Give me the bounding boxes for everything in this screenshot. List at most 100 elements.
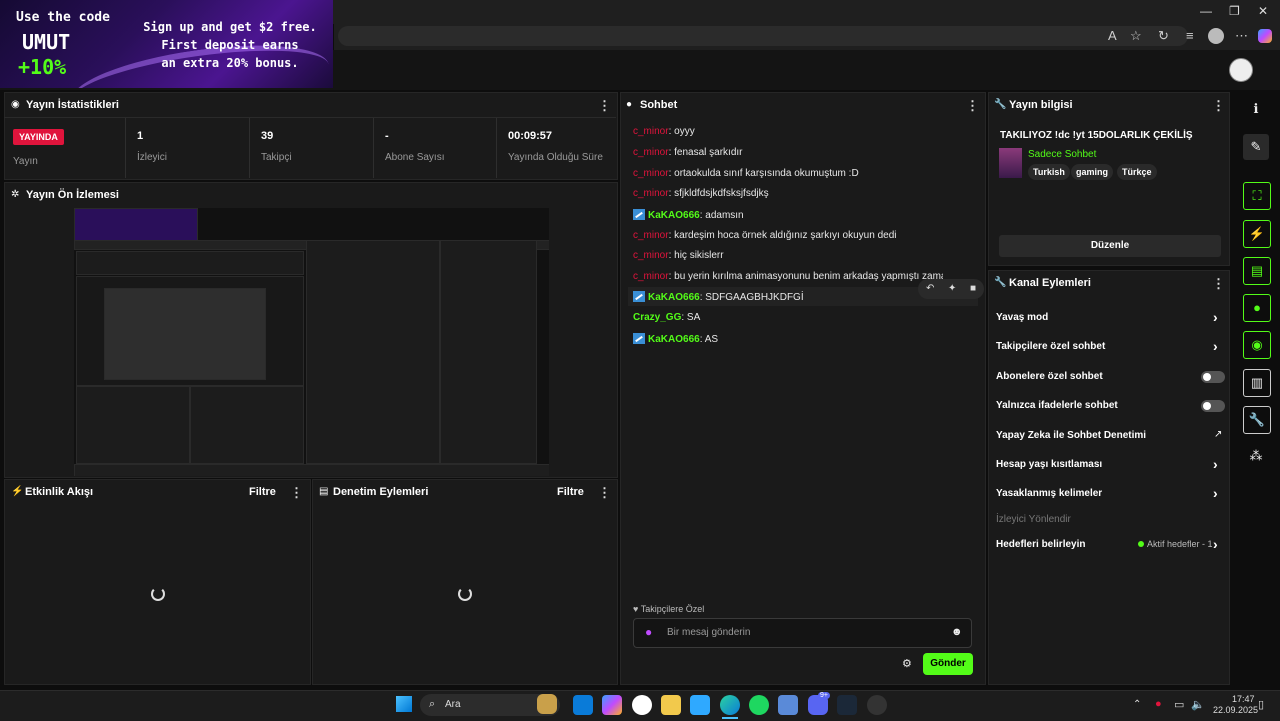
chat-username[interactable]: c_minor	[633, 271, 669, 282]
chat-input-placeholder[interactable]: Bir mesaj gönderin	[667, 627, 750, 638]
store-icon[interactable]	[573, 695, 593, 715]
wrench-icon[interactable]: 🔧	[1243, 406, 1271, 434]
favorite-star-icon[interactable]: ☆	[1130, 28, 1142, 44]
spotify-icon[interactable]	[749, 695, 769, 715]
app-icon[interactable]	[778, 695, 798, 715]
chevron-right-icon[interactable]: ›	[1213, 536, 1218, 552]
layout-icon[interactable]: ▥	[1243, 369, 1271, 397]
external-link-icon[interactable]: ↗	[1214, 429, 1222, 440]
chat-message[interactable]: c_minor: ortaokulda sınıf karşısında oku…	[633, 168, 859, 179]
chevron-right-icon[interactable]: ›	[1213, 456, 1218, 472]
chat-message[interactable]: c_minor: hiç sikislerr	[633, 250, 724, 261]
clock-time[interactable]: 17:47	[1232, 694, 1255, 704]
chat-message[interactable]: KaKAO666: adamsın	[633, 209, 744, 221]
age-restriction-item[interactable]: Hesap yaşı kısıtlaması	[996, 459, 1102, 470]
obs-icon[interactable]	[867, 695, 887, 715]
emoji-icon[interactable]: ☻	[951, 626, 963, 638]
broadcast-icon[interactable]: ◉	[1243, 331, 1271, 359]
delete-icon[interactable]: ■	[970, 283, 976, 294]
profile-avatar-icon[interactable]	[1208, 28, 1224, 44]
emotes-only-toggle[interactable]	[1201, 400, 1225, 412]
chat-message[interactable]: c_minor: oyyy	[633, 126, 695, 137]
stream-tag[interactable]: Turkish	[1028, 164, 1070, 180]
widget-icon[interactable]	[537, 694, 557, 714]
notification-icon[interactable]: ▯	[1258, 698, 1264, 711]
chat-message[interactable]: KaKAO666: AS	[633, 333, 718, 345]
chat-username[interactable]: KaKAO666	[648, 334, 700, 345]
stream-tag[interactable]: gaming	[1071, 164, 1114, 180]
chat-username[interactable]: c_minor	[633, 230, 669, 241]
chat-message[interactable]: Crazy_GG: SA	[633, 312, 700, 323]
chat-message[interactable]: c_minor: bu yerin kırılma animasyonunu b…	[633, 271, 943, 282]
close-icon[interactable]: ✕	[1258, 4, 1268, 18]
chat-message[interactable]: c_minor: sfjkldfdsjkdfsksjfsdjkş	[633, 188, 769, 199]
volume-icon[interactable]: 🔈	[1191, 698, 1205, 711]
apps-icon[interactable]: ⁂	[1243, 443, 1269, 469]
chat-username[interactable]: c_minor	[633, 147, 669, 158]
copilot-icon[interactable]	[1258, 29, 1272, 43]
goals-item[interactable]: Hedefleri belirleyin	[996, 539, 1085, 550]
maximize-icon[interactable]: ❐	[1229, 4, 1240, 18]
promo-banner[interactable]: Use the code UMUT +10% Sign up and get $…	[0, 0, 333, 88]
banned-words-item[interactable]: Yasaklanmış kelimeler	[996, 488, 1102, 499]
network-icon[interactable]: ▭	[1174, 698, 1184, 711]
chat-menu-icon[interactable]: ⋮	[966, 98, 979, 114]
moderation-menu-icon[interactable]: ⋮	[598, 485, 611, 501]
stream-info-menu-icon[interactable]: ⋮	[1212, 98, 1225, 114]
notepad-icon[interactable]	[690, 695, 710, 715]
activity-menu-icon[interactable]: ⋮	[290, 485, 303, 501]
edit-button[interactable]: Düzenle	[999, 235, 1221, 257]
moderation-filter-button[interactable]: Filtre	[557, 486, 584, 498]
read-aloud-icon[interactable]: A	[1108, 28, 1117, 43]
yandex-icon[interactable]	[632, 695, 652, 715]
copilot-icon[interactable]	[602, 695, 622, 715]
chat-username[interactable]: Crazy_GG	[633, 312, 681, 323]
stats-menu-icon[interactable]: ⋮	[598, 98, 611, 114]
chat-bubble-icon[interactable]: ●	[1243, 294, 1271, 322]
reply-icon[interactable]: ↶	[926, 283, 934, 294]
minimize-icon[interactable]: —	[1200, 4, 1212, 18]
slow-mode-item[interactable]: Yavaş mod	[996, 312, 1048, 323]
more-icon[interactable]: ⋯	[1235, 28, 1248, 44]
channel-actions-menu-icon[interactable]: ⋮	[1212, 276, 1225, 292]
chat-username[interactable]: KaKAO666	[648, 210, 700, 221]
fullscreen-icon[interactable]: ⛶	[1243, 182, 1271, 210]
chevron-right-icon[interactable]: ›	[1213, 309, 1218, 325]
chat-message[interactable]: c_minor: kardeşim hoca örnek aldığınız ş…	[633, 230, 896, 241]
refresh-icon[interactable]: ↻	[1158, 28, 1169, 44]
document-icon[interactable]: ▤	[1243, 257, 1271, 285]
windows-start-icon[interactable]	[396, 696, 412, 712]
chevron-right-icon[interactable]: ›	[1213, 485, 1218, 501]
activity-filter-button[interactable]: Filtre	[249, 486, 276, 498]
chat-message[interactable]: KaKAO666: SDFGAAGBHJKDFGİ	[633, 291, 804, 303]
file-explorer-icon[interactable]	[661, 695, 681, 715]
chat-username[interactable]: c_minor	[633, 126, 669, 137]
user-avatar[interactable]	[1229, 58, 1253, 82]
edge-icon[interactable]	[720, 695, 740, 715]
stream-category[interactable]: Sadece Sohbet	[1028, 149, 1096, 160]
chat-username[interactable]: c_minor	[633, 168, 669, 179]
lightning-icon[interactable]: ⚡	[1243, 220, 1271, 248]
clock-date[interactable]: 22.09.2025	[1213, 705, 1258, 715]
info-icon[interactable]: ℹ	[1243, 96, 1269, 122]
edit-pencil-icon[interactable]: ✎	[1243, 134, 1269, 160]
microphone-icon[interactable]: ●	[645, 625, 652, 639]
send-button[interactable]: Gönder	[923, 653, 973, 675]
stream-preview-video[interactable]	[74, 208, 549, 476]
chat-username[interactable]: c_minor	[633, 250, 669, 261]
favorites-icon[interactable]: ≡	[1186, 28, 1194, 43]
chat-message[interactable]: c_minor: fenasal şarkıdır	[633, 147, 743, 158]
microphone-tray-icon[interactable]: ●	[1155, 698, 1162, 710]
pin-icon[interactable]: ✦	[948, 283, 956, 294]
ai-moderation-item[interactable]: Yapay Zeka ile Sohbet Denetimi	[996, 430, 1146, 441]
address-bar[interactable]	[338, 26, 1188, 46]
followers-only-item[interactable]: Takipçilere özel sohbet	[996, 341, 1105, 352]
subs-only-toggle[interactable]	[1201, 371, 1225, 383]
chat-username[interactable]: c_minor	[633, 188, 669, 199]
stream-tag[interactable]: Türkçe	[1117, 164, 1157, 180]
chevron-right-icon[interactable]: ›	[1213, 338, 1218, 354]
steam-icon[interactable]	[837, 695, 857, 715]
chat-username[interactable]: KaKAO666	[648, 292, 700, 303]
tray-chevron-icon[interactable]: ⌃	[1133, 699, 1141, 710]
chat-settings-gear-icon[interactable]: ⚙	[902, 657, 912, 670]
